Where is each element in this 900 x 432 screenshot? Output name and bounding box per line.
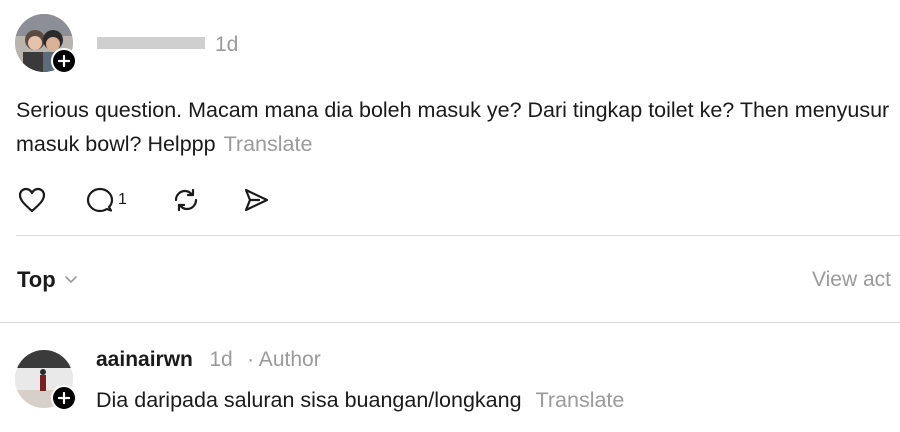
repost-button[interactable] [172,187,200,213]
reply-text: Dia daripada saluran sisa buangan/longka… [96,388,522,412]
divider-bottom [0,322,900,323]
reply-translate-link[interactable]: Translate [536,388,625,412]
post-text: Serious question. Macam mana dia boleh m… [16,98,890,156]
reply-button[interactable]: 1 [86,187,127,213]
post-time: 1d [215,33,239,56]
like-button[interactable] [18,187,46,213]
follow-plus-icon[interactable] [51,48,77,74]
repost-icon [174,188,198,212]
share-button[interactable] [242,187,270,213]
chevron-down-icon [64,276,77,283]
divider-top [16,235,900,236]
post-text-block: Serious question. Macam mana dia boleh m… [16,93,891,161]
send-icon [244,188,269,212]
heart-icon [18,187,46,213]
reply-header: aainairwn 1d · Author [96,348,321,372]
reply-username[interactable]: aainairwn [96,348,193,371]
comment-icon [86,187,114,213]
post-translate-link[interactable]: Translate [224,132,313,156]
reply-time: 1d [209,348,233,371]
reply-follow-plus-icon[interactable] [51,385,77,411]
view-activity-link[interactable]: View act [812,268,891,292]
sort-dropdown[interactable]: Top [17,267,78,293]
reply-text-block: Dia daripada saluran sisa buangan/longka… [96,383,624,417]
username-redacted [97,37,205,49]
author-tag: · Author [247,348,321,371]
reply-count: 1 [118,191,127,208]
sort-label: Top [17,267,56,292]
